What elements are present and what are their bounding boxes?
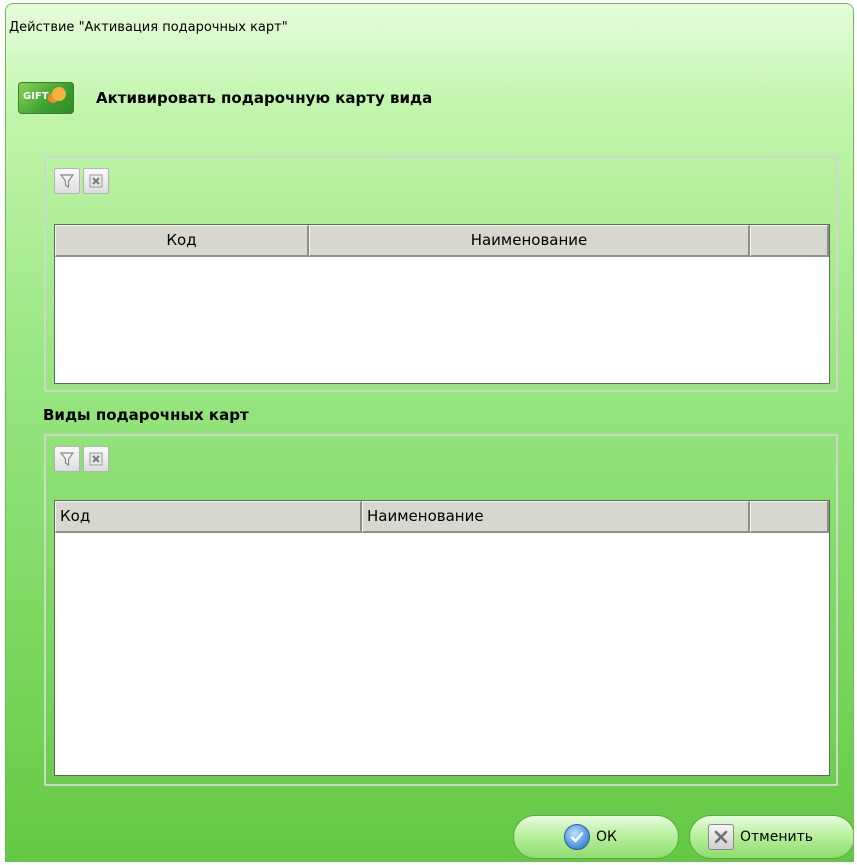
section-label-card-types: Виды подарочных карт xyxy=(43,406,249,424)
ok-button-label: ОК xyxy=(596,829,617,845)
grid2-col-name[interactable]: Наименование xyxy=(362,501,750,533)
clear-filter-button[interactable] xyxy=(83,446,109,472)
grid1-col-code[interactable]: Код xyxy=(55,225,309,257)
card-types-panel: Код Наименование xyxy=(44,434,838,786)
filter-icon xyxy=(59,452,75,467)
header-row: GIFT Активировать подарочную карту вида xyxy=(18,78,432,118)
grid2-col-code[interactable]: Код xyxy=(55,501,362,533)
ok-button[interactable]: ОК xyxy=(513,815,679,859)
cancel-icon xyxy=(708,824,734,850)
grid1-toolbar xyxy=(54,168,109,194)
filter-button[interactable] xyxy=(54,446,80,472)
clear-filter-button[interactable] xyxy=(83,168,109,194)
grid1-col-extra[interactable] xyxy=(750,225,829,257)
filter-button[interactable] xyxy=(54,168,80,194)
gift-card-icon: GIFT xyxy=(18,82,74,114)
cancel-button[interactable]: Отменить xyxy=(689,815,853,859)
dialog-window: Действие "Активация подарочных карт" GIF… xyxy=(5,3,854,862)
grid1-header-row: Код Наименование xyxy=(55,225,829,257)
grid2-table[interactable]: Код Наименование xyxy=(54,500,830,776)
grid2-header-row: Код Наименование xyxy=(55,501,829,533)
header-title: Активировать подарочную карту вида xyxy=(96,89,433,107)
cancel-button-label: Отменить xyxy=(740,829,814,845)
clear-filter-icon xyxy=(89,174,103,188)
grid1-col-name[interactable]: Наименование xyxy=(309,225,750,257)
clear-filter-icon xyxy=(89,452,103,466)
checkmark-icon xyxy=(564,824,590,850)
grid2-toolbar xyxy=(54,446,109,472)
filter-icon xyxy=(59,174,75,189)
window-title: Действие "Активация подарочных карт" xyxy=(9,20,288,35)
grid2-col-extra[interactable] xyxy=(750,501,829,533)
selected-card-type-panel: Код Наименование xyxy=(44,156,838,392)
grid1-table[interactable]: Код Наименование xyxy=(54,224,830,384)
